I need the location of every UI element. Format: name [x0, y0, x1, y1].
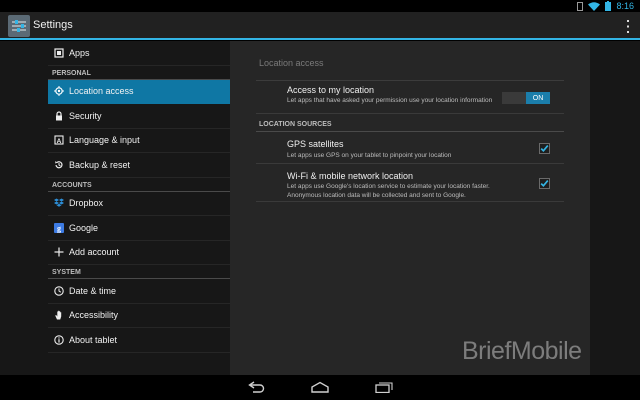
pref-summary: Let apps use Google's location service t… — [287, 183, 490, 199]
access-to-location-pref[interactable]: Access to my location Let apps that have… — [256, 82, 564, 114]
language-icon: A — [54, 135, 64, 145]
section-header-personal: PERSONAL — [48, 66, 230, 80]
sidebar-item-label: Add account — [69, 247, 120, 258]
svg-text:A: A — [57, 138, 62, 145]
recents-icon[interactable] — [375, 381, 393, 393]
hand-icon — [54, 310, 64, 320]
dropbox-icon — [54, 198, 64, 208]
network-location-checkbox[interactable] — [539, 178, 550, 189]
sidebar-item-label: Location access — [69, 86, 134, 97]
info-icon — [54, 335, 64, 345]
sidebar-item-label: Accessibility — [69, 310, 119, 321]
gps-satellites-pref[interactable]: GPS satellites Let apps use GPS on your … — [256, 132, 564, 164]
overflow-menu-icon[interactable] — [626, 20, 630, 33]
back-icon[interactable] — [248, 381, 266, 393]
sidebar-item-label: Security — [69, 110, 102, 121]
add-icon — [54, 247, 64, 257]
sidebar-item-language-input[interactable]: A Language & input — [48, 129, 230, 153]
divider — [256, 80, 564, 81]
sidebar-item-add-account[interactable]: Add account — [48, 241, 230, 265]
location-icon — [54, 86, 64, 97]
settings-icon[interactable] — [8, 15, 30, 37]
location-toggle-switch[interactable]: ON — [502, 92, 550, 104]
navigation-bar — [0, 375, 640, 400]
section-header-location-sources: LOCATION SOURCES — [259, 121, 332, 128]
sidebar-item-backup-reset[interactable]: Backup & reset — [48, 153, 230, 178]
sidebar-item-apps[interactable]: Apps — [48, 41, 230, 66]
svg-text:g: g — [57, 224, 61, 233]
pref-title: GPS satellites — [287, 139, 344, 149]
sidebar-item-label: About tablet — [69, 334, 118, 345]
pref-title: Access to my location — [287, 85, 375, 95]
gps-checkbox[interactable] — [539, 143, 550, 154]
sidebar-item-about-tablet[interactable]: About tablet — [48, 328, 230, 353]
status-time: 8:16 — [616, 1, 634, 11]
sidebar-item-label: Language & input — [69, 135, 140, 146]
page-title: Settings — [33, 19, 73, 31]
detail-title: Location access — [259, 58, 324, 68]
apps-icon — [54, 48, 64, 58]
notification-icon — [577, 1, 584, 11]
wifi-icon — [588, 1, 601, 11]
wifi-network-location-pref[interactable]: Wi-Fi & mobile network location Let apps… — [256, 165, 564, 202]
toggle-on-label: ON — [526, 92, 550, 104]
battery-icon — [605, 1, 612, 11]
section-header-system: SYSTEM — [48, 265, 230, 279]
sidebar-item-location-access[interactable]: Location access — [48, 79, 230, 104]
clock-icon — [54, 286, 64, 296]
sidebar-item-accessibility[interactable]: Accessibility — [48, 304, 230, 328]
sidebar-item-label: Backup & reset — [69, 159, 131, 170]
pref-title: Wi-Fi & mobile network location — [287, 171, 414, 181]
lock-icon — [54, 111, 64, 121]
google-icon: g — [54, 222, 64, 233]
sidebar-item-label: Apps — [69, 47, 90, 58]
sidebar-item-security[interactable]: Security — [48, 104, 230, 129]
backup-icon — [54, 160, 64, 170]
sidebar-item-label: Google — [69, 222, 99, 233]
settings-header-list: Apps PERSONAL Location access Security A… — [48, 41, 230, 375]
sidebar-item-google[interactable]: g Google — [48, 216, 230, 241]
status-bar: 8:16 — [0, 0, 640, 12]
location-access-panel: Location access Access to my location Le… — [230, 41, 590, 375]
sidebar-item-label: Dropbox — [69, 198, 104, 209]
action-bar: Settings — [0, 12, 640, 40]
section-header-accounts: ACCOUNTS — [48, 178, 230, 192]
sidebar-item-date-time[interactable]: Date & time — [48, 279, 230, 304]
pref-summary: Let apps use GPS on your tablet to pinpo… — [287, 152, 452, 159]
settings-content: Apps PERSONAL Location access Security A… — [0, 41, 640, 375]
sidebar-item-dropbox[interactable]: Dropbox — [48, 192, 230, 216]
pref-summary: Let apps that have asked your permission… — [287, 97, 493, 104]
home-icon[interactable] — [310, 381, 330, 393]
watermark: BriefMobile — [462, 337, 582, 365]
sidebar-item-label: Date & time — [69, 285, 117, 296]
